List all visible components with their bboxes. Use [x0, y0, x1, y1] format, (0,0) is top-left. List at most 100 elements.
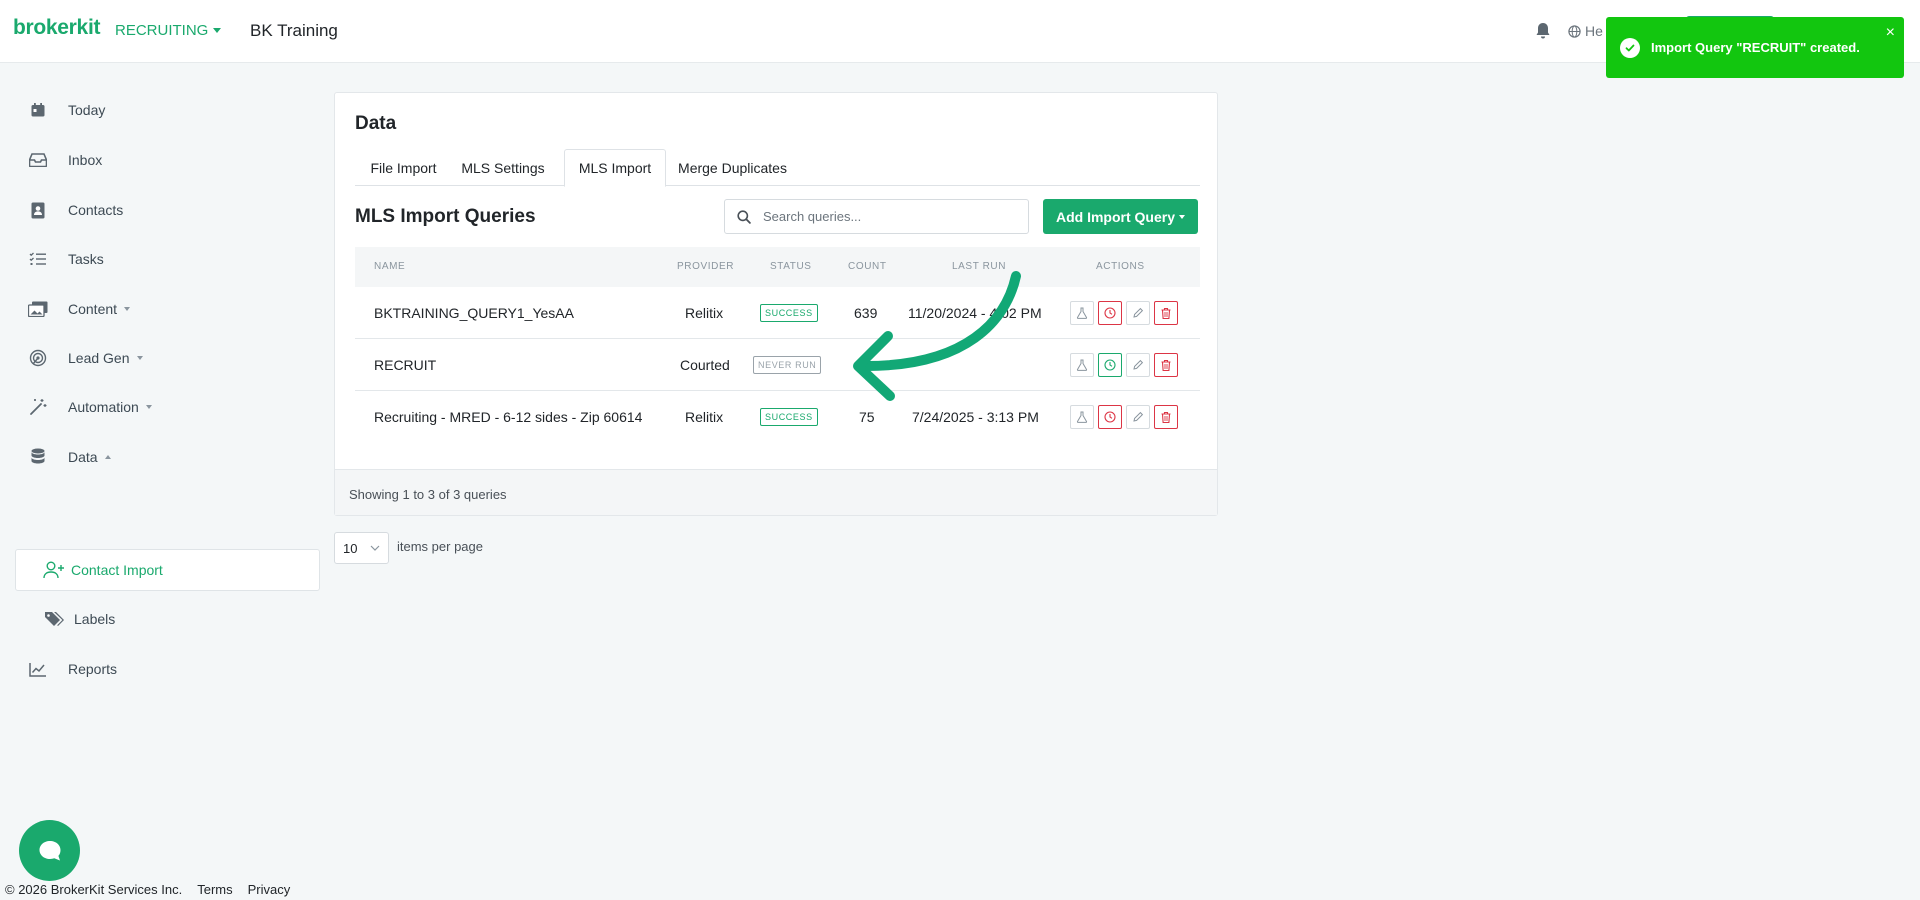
- flask-icon: [1076, 359, 1088, 371]
- bell-icon[interactable]: [1535, 22, 1551, 40]
- chevron-down-icon: [213, 28, 222, 33]
- sidebar-item-lead-gen[interactable]: Lead Gen: [28, 343, 143, 373]
- check-circle-icon: [1620, 37, 1640, 58]
- sidebar-item-contact-import[interactable]: Contact Import: [15, 549, 320, 591]
- edit-button[interactable]: [1126, 353, 1150, 377]
- sidebar-item-today[interactable]: Today: [28, 95, 105, 125]
- query-provider: Relitix: [685, 305, 724, 321]
- delete-button[interactable]: [1154, 353, 1178, 377]
- tab-file-import[interactable]: File Import: [355, 149, 452, 186]
- chevron-down-icon: [145, 405, 152, 409]
- edit-button[interactable]: [1126, 301, 1150, 325]
- table-row: BKTRAINING_QUERY1_YesAA Relitix SUCCESS …: [355, 287, 1200, 339]
- sidebar-item-label: Data: [68, 449, 98, 465]
- query-name: RECRUIT: [374, 357, 437, 373]
- terms-link[interactable]: Terms: [197, 882, 232, 897]
- column-header-status[interactable]: Status: [770, 261, 812, 272]
- section-title: MLS Import Queries: [355, 206, 536, 227]
- tab-mls-settings[interactable]: MLS Settings: [452, 149, 554, 186]
- task-list-icon: [28, 249, 48, 269]
- brand-logo[interactable]: brokerkit: [13, 16, 100, 40]
- run-import-button[interactable]: [1070, 405, 1094, 429]
- calendar-icon: [28, 100, 48, 120]
- radar-icon: [28, 348, 48, 368]
- delete-button[interactable]: [1154, 405, 1178, 429]
- user-plus-icon: [43, 561, 65, 579]
- inbox-icon: [28, 150, 48, 170]
- success-toast: Import Query "RECRUIT" created. ×: [1606, 17, 1904, 78]
- privacy-link[interactable]: Privacy: [248, 882, 291, 897]
- sidebar-item-label: Tasks: [68, 251, 104, 267]
- sidebar-item-label: Inbox: [68, 152, 103, 168]
- magic-wand-icon: [28, 397, 48, 417]
- query-provider: Relitix: [685, 409, 724, 425]
- sidebar-item-contacts[interactable]: Contacts: [28, 195, 123, 225]
- run-import-button[interactable]: [1070, 301, 1094, 325]
- page-title: Data: [355, 113, 397, 134]
- row-actions: [1070, 405, 1182, 429]
- clock-icon: [1104, 307, 1116, 319]
- items-per-page-select[interactable]: 10: [334, 532, 389, 564]
- sidebar-item-label: Labels: [74, 611, 116, 627]
- status-badge: SUCCESS: [760, 304, 818, 322]
- chevron-up-icon: [104, 455, 111, 459]
- sidebar-item-label: Today: [68, 102, 106, 118]
- add-import-query-button[interactable]: Add Import Query: [1043, 199, 1198, 234]
- clock-icon: [1104, 359, 1116, 371]
- sidebar-item-label: Reports: [68, 661, 118, 677]
- tab-mls-import[interactable]: MLS Import: [564, 149, 666, 187]
- help-menu[interactable]: He: [1568, 23, 1603, 39]
- sidebar-item-data[interactable]: Data: [28, 442, 111, 472]
- column-header-name[interactable]: Name: [374, 261, 405, 272]
- help-label: He: [1585, 23, 1603, 39]
- table-row: RECRUIT Courted NEVER RUN: [355, 339, 1200, 391]
- run-import-button[interactable]: [1070, 353, 1094, 377]
- page-footer: © 2026 BrokerKit Services Inc. Terms Pri…: [5, 882, 305, 897]
- pagination-summary: Showing 1 to 3 of 3 queries: [349, 487, 507, 502]
- annotation-arrow: [853, 271, 1021, 401]
- module-label: RECRUITING: [115, 22, 209, 39]
- column-header-provider[interactable]: Provider: [677, 261, 734, 272]
- tab-merge-duplicates[interactable]: Merge Duplicates: [666, 149, 799, 186]
- sidebar-item-inbox[interactable]: Inbox: [28, 145, 102, 175]
- search-field[interactable]: [724, 199, 1029, 234]
- data-card: Data File Import MLS Settings MLS Import…: [334, 92, 1218, 516]
- items-per-page-label: items per page: [397, 539, 483, 554]
- table-footer: Showing 1 to 3 of 3 queries: [335, 469, 1217, 515]
- images-icon: [28, 299, 48, 319]
- schedule-button[interactable]: [1098, 353, 1122, 377]
- sidebar-item-reports[interactable]: Reports: [28, 654, 117, 684]
- row-actions: [1070, 353, 1182, 377]
- chevron-down-icon: [1179, 214, 1185, 219]
- table-row: Recruiting - MRED - 6-12 sides - Zip 606…: [355, 391, 1200, 443]
- schedule-button[interactable]: [1098, 301, 1122, 325]
- query-provider: Courted: [680, 357, 730, 373]
- items-per-page-value: 10: [343, 540, 358, 556]
- sidebar-item-label: Lead Gen: [68, 350, 130, 366]
- sidebar-item-tasks[interactable]: Tasks: [28, 244, 104, 274]
- sidebar-item-automation[interactable]: Automation: [28, 392, 152, 422]
- tab-bar: File Import MLS Settings MLS Import Merg…: [355, 149, 1200, 187]
- search-input[interactable]: [763, 209, 1013, 224]
- status-badge: SUCCESS: [760, 408, 818, 426]
- add-import-query-label: Add Import Query: [1055, 208, 1175, 225]
- trash-icon: [1161, 307, 1171, 319]
- pencil-icon: [1133, 411, 1144, 422]
- row-actions: [1070, 301, 1182, 325]
- sidebar-item-label: Contact Import: [71, 562, 163, 578]
- edit-button[interactable]: [1126, 405, 1150, 429]
- tags-icon: [44, 609, 64, 629]
- query-name: Recruiting - MRED - 6-12 sides - Zip 606…: [374, 409, 643, 425]
- module-switcher[interactable]: RECRUITING: [115, 22, 222, 39]
- flask-icon: [1076, 307, 1088, 319]
- sidebar-item-content[interactable]: Content: [28, 294, 131, 324]
- chat-bubble-icon: [39, 840, 60, 860]
- toast-close-button[interactable]: ×: [1886, 25, 1895, 41]
- schedule-button[interactable]: [1098, 405, 1122, 429]
- pencil-icon: [1133, 359, 1144, 370]
- delete-button[interactable]: [1154, 301, 1178, 325]
- trash-icon: [1161, 411, 1171, 423]
- table-header: Name Provider Status Count Last Run Acti…: [355, 247, 1200, 287]
- chat-launcher-button[interactable]: [19, 820, 80, 881]
- sidebar-item-labels[interactable]: Labels: [44, 604, 115, 634]
